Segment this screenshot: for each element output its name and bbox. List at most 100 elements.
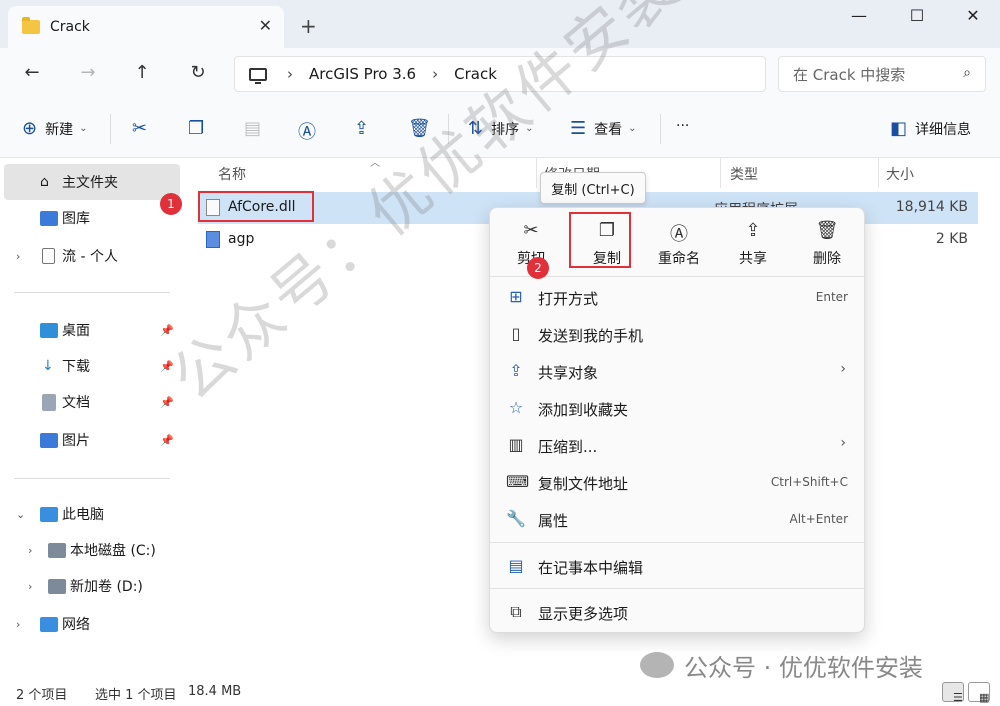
cut-button[interactable]: ✂ [132, 118, 155, 139]
rename-icon: Ⓐ [298, 122, 316, 143]
details-pane-icon: ◧ [890, 118, 908, 139]
sidebar-item-drive-d[interactable]: › 新加卷 (D:) [0, 568, 180, 604]
column-divider[interactable] [720, 158, 721, 188]
view-button[interactable]: ☰ 查看 ⌄ [570, 118, 637, 139]
add-icon: ⊕ [22, 118, 38, 139]
wrench-icon: 🔧 [506, 509, 526, 528]
zip-icon: ▥ [508, 435, 524, 454]
quick-delete[interactable]: 🗑 删除 [790, 212, 864, 272]
menu-item-label: 压缩到... [538, 438, 598, 456]
chevron-right-icon: › [432, 65, 439, 83]
menu-item-send-to-phone[interactable]: ▯ 发送到我的手机 [490, 316, 864, 353]
details-button[interactable]: ◧ 详细信息 [890, 118, 971, 139]
sidebar-item-downloads[interactable]: ↓ 下载 📌 [0, 348, 180, 384]
refresh-button[interactable]: ↻ [186, 62, 210, 83]
menu-item-open-with[interactable]: ⊞ 打开方式 Enter [490, 279, 864, 316]
sidebar-item-drive-c[interactable]: › 本地磁盘 (C:) [0, 532, 180, 568]
sidebar-item-gallery[interactable]: 图库 [0, 200, 180, 236]
sidebar-item-this-pc[interactable]: ⌄ 此电脑 [0, 496, 180, 532]
rename-button[interactable]: Ⓐ [298, 118, 324, 144]
list-icon: ☰ [953, 691, 963, 704]
details-view-button[interactable]: ☰ [942, 682, 964, 704]
search-input[interactable]: 在 Crack 中搜索 ⌕ [778, 56, 986, 92]
trash-icon: 🗑 [408, 118, 431, 139]
share-icon: ⇪ [509, 361, 523, 380]
quick-action-label: 重命名 [658, 251, 700, 267]
quick-rename[interactable]: Ⓐ 重命名 [642, 212, 716, 272]
tab-crack[interactable]: Crack ✕ [8, 6, 284, 48]
divider [490, 276, 864, 277]
search-placeholder: 在 Crack 中搜索 [793, 65, 906, 84]
tiles-view-button[interactable]: ▦ [968, 682, 990, 704]
drive-icon [48, 542, 66, 558]
step-badge-1: 1 [160, 193, 182, 215]
chevron-right-icon: › [840, 361, 846, 377]
list-icon: ☰ [570, 118, 587, 139]
new-button[interactable]: ⊕ 新建 ⌄ [22, 118, 87, 139]
sort-label: 排序 [491, 121, 520, 138]
menu-item-add-favorites[interactable]: ☆ 添加到收藏夹 [490, 390, 864, 427]
address-bar[interactable]: › ArcGIS Pro 3.6 › Crack [234, 56, 766, 92]
breadcrumb-arcgis[interactable]: ArcGIS Pro 3.6 [309, 65, 416, 83]
close-window-button[interactable]: ✕ [950, 6, 996, 25]
quick-share[interactable]: ⇪ 共享 [716, 212, 790, 272]
menu-item-share-with[interactable]: ⇪ 共享对象 › [490, 353, 864, 390]
sidebar-item-desktop[interactable]: 桌面 📌 [0, 312, 180, 348]
sidebar-item-label: 网络 [62, 617, 90, 633]
column-size[interactable]: 大小 [886, 164, 914, 184]
breadcrumb-crack[interactable]: Crack [454, 65, 497, 83]
sidebar-item-label: 新加卷 (D:) [70, 579, 143, 595]
sidebar-item-documents[interactable]: 文档 📌 [0, 384, 180, 420]
divider [490, 542, 864, 543]
up-button[interactable]: ↑ [130, 62, 154, 83]
paste-button[interactable]: ▤ [244, 118, 269, 139]
copy-path-icon: ⌨ [506, 472, 530, 491]
menu-item-label: 添加到收藏夹 [538, 401, 629, 419]
menu-item-properties[interactable]: 🔧 属性 Alt+Enter [490, 501, 864, 538]
menu-item-more-options[interactable]: ⧉ 显示更多选项 [490, 594, 864, 631]
menu-item-compress[interactable]: ▥ 压缩到... › [490, 427, 864, 464]
chevron-right-icon: › [28, 579, 33, 593]
sidebar-item-stream[interactable]: › 流 - 个人 [0, 238, 180, 274]
close-tab-icon[interactable]: ✕ [259, 16, 272, 35]
forward-button[interactable]: → [76, 62, 100, 83]
sidebar-item-pictures[interactable]: 图片 📌 [0, 422, 180, 458]
file-name: agp [228, 231, 255, 247]
menu-item-edit-notepad[interactable]: ▤ 在记事本中编辑 [490, 548, 864, 585]
trash-icon: 🗑 [815, 220, 839, 241]
minimize-button[interactable]: — [836, 6, 882, 25]
back-button[interactable]: ← [20, 62, 44, 83]
chevron-down-icon: ⌄ [16, 507, 26, 521]
computer-icon [40, 506, 58, 522]
rename-icon: Ⓐ [670, 224, 688, 245]
pin-icon[interactable]: 📌 [160, 324, 174, 337]
copy-tooltip: 复制 (Ctrl+C) [540, 172, 646, 204]
watermark-footer: 公众号 · 优优软件安装 [640, 650, 923, 682]
copy-button[interactable]: ❐ [188, 118, 212, 139]
sidebar-item-home[interactable]: ⌂ 主文件夹 [4, 164, 180, 200]
wechat-icon [640, 652, 674, 678]
column-divider[interactable] [536, 158, 537, 188]
menu-item-label: 打开方式 [538, 290, 599, 308]
new-tab-button[interactable]: + [300, 14, 317, 38]
share-button[interactable]: ⇪ [354, 118, 377, 139]
sidebar-item-label: 桌面 [62, 323, 90, 339]
column-name[interactable]: 名称 [218, 164, 246, 184]
column-type[interactable]: 类型 [730, 164, 758, 184]
open-with-icon: ⊞ [509, 287, 523, 306]
divider [490, 588, 864, 589]
menu-item-copy-path[interactable]: ⌨ 复制文件地址 Ctrl+Shift+C [490, 464, 864, 501]
delete-button[interactable]: 🗑 [408, 118, 439, 139]
maximize-button[interactable]: ☐ [894, 6, 940, 25]
sort-button[interactable]: ⇅ 排序 ⌄ [468, 118, 533, 139]
sidebar-item-network[interactable]: › 网络 [0, 606, 180, 642]
search-icon: ⌕ [963, 65, 971, 81]
highlight-box [569, 212, 631, 268]
pin-icon[interactable]: 📌 [160, 434, 174, 447]
pin-icon[interactable]: 📌 [160, 396, 174, 409]
more-button[interactable]: ··· [676, 118, 689, 134]
column-divider[interactable] [878, 158, 879, 188]
more-icon: ··· [676, 118, 690, 134]
pin-icon[interactable]: 📌 [160, 360, 174, 373]
sidebar-item-label: 主文件夹 [62, 175, 118, 191]
